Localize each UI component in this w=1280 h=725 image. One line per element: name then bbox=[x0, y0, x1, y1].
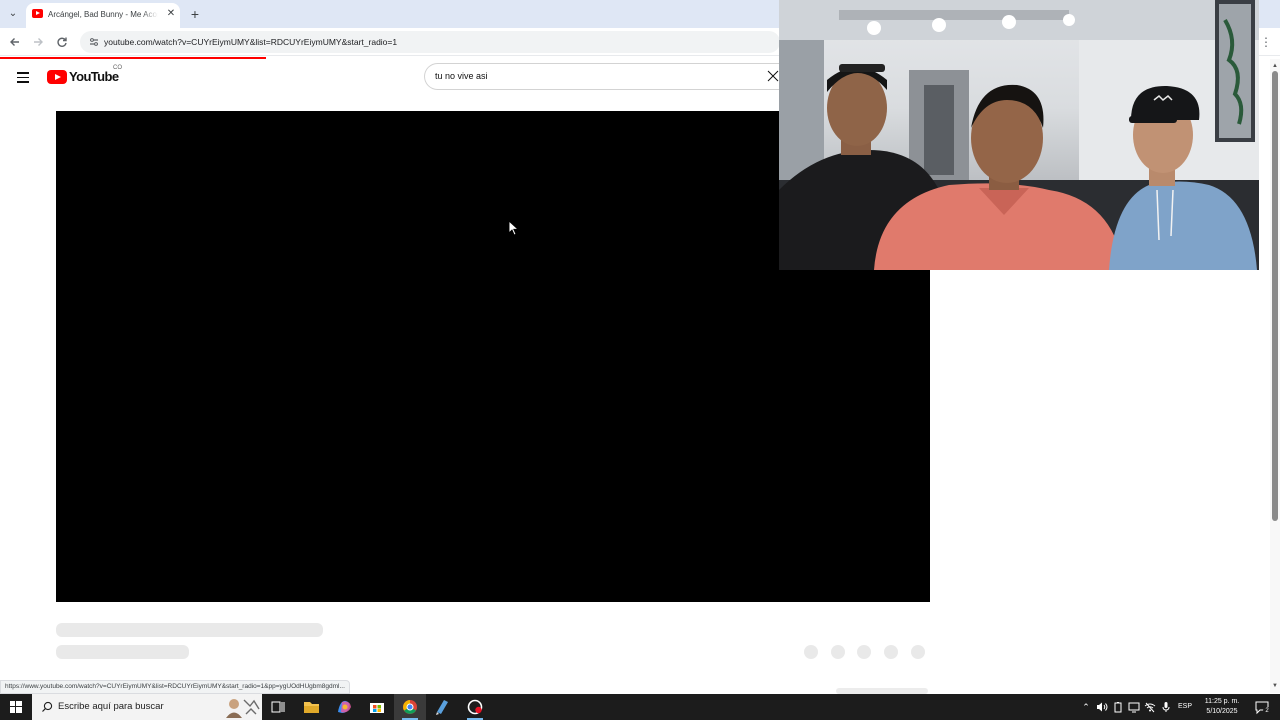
battery-saver-icon[interactable] bbox=[1112, 701, 1124, 713]
link-status-bubble: https://www.youtube.com/watch?v=CUYrEiym… bbox=[0, 680, 350, 694]
microphone-icon[interactable] bbox=[1160, 701, 1172, 713]
back-arrow-icon[interactable] bbox=[5, 32, 25, 52]
webcam-overlay bbox=[779, 0, 1259, 270]
recorder-app-icon[interactable] bbox=[459, 694, 491, 720]
wifi-off-icon[interactable] bbox=[1144, 701, 1156, 713]
search-highlight-art-icon[interactable] bbox=[218, 696, 260, 718]
action-skeleton-dot bbox=[804, 645, 818, 659]
scroll-up-arrow-icon[interactable]: ▲ bbox=[1270, 61, 1280, 71]
notepad-app-icon[interactable] bbox=[426, 694, 458, 720]
file-explorer-icon[interactable] bbox=[295, 694, 327, 720]
taskbar-search-box[interactable]: Escribe aquí para buscar bbox=[32, 694, 262, 720]
youtube-play-logo-icon bbox=[47, 70, 67, 84]
action-skeleton-dot bbox=[911, 645, 925, 659]
site-info-tune-icon[interactable] bbox=[86, 34, 102, 50]
volume-speaker-icon[interactable] bbox=[1096, 701, 1108, 713]
windows-start-icon[interactable] bbox=[0, 694, 32, 720]
show-hidden-icons-chevron-icon[interactable]: ⌃ bbox=[1080, 701, 1092, 713]
copilot-app-icon[interactable] bbox=[328, 694, 360, 720]
tab-title: Arcángel, Bad Bunny - Me Acostumbré bbox=[48, 10, 158, 19]
url-text: youtube.com/watch?v=CUYrEiymUMY&list=RDC… bbox=[104, 37, 398, 47]
notification-center-icon[interactable]: 2 bbox=[1254, 699, 1271, 715]
chrome-app-icon[interactable] bbox=[394, 694, 426, 720]
clock-time[interactable]: 11:25 p. m. bbox=[1202, 697, 1242, 707]
youtube-logo-text: YouTube bbox=[69, 69, 119, 84]
channel-skeleton bbox=[56, 645, 189, 659]
reload-icon[interactable] bbox=[52, 32, 72, 52]
browser-tab-active[interactable]: Arcángel, Bad Bunny - Me Acostumbré ✕ bbox=[26, 3, 180, 28]
tab-close-icon[interactable]: ✕ bbox=[164, 7, 178, 21]
microsoft-store-icon[interactable] bbox=[361, 694, 393, 720]
network-monitor-icon[interactable] bbox=[1128, 701, 1140, 713]
hamburger-menu-icon[interactable] bbox=[14, 68, 34, 86]
clock-date[interactable]: 5/10/2025 bbox=[1202, 707, 1242, 717]
scrollbar-thumb[interactable] bbox=[1272, 71, 1278, 521]
kebab-menu-icon[interactable]: ⋮ bbox=[1258, 32, 1274, 52]
scroll-down-arrow-icon[interactable]: ▼ bbox=[1270, 681, 1280, 691]
youtube-logo[interactable]: YouTube CO bbox=[47, 65, 127, 88]
notification-count-badge: 2 bbox=[1263, 707, 1271, 715]
action-skeleton-dot bbox=[831, 645, 845, 659]
mouse-pointer-icon bbox=[508, 219, 520, 236]
action-skeleton-dot bbox=[884, 645, 898, 659]
tab-search-chevron-icon[interactable]: ⌄ bbox=[4, 6, 22, 22]
webcam-scene-image bbox=[779, 0, 1259, 270]
input-language-indicator[interactable]: ESP bbox=[1178, 694, 1192, 720]
windows-taskbar: Escribe aquí para buscar ⌃ ESP 11:25 p. … bbox=[0, 694, 1280, 720]
search-query-text: tu no vive asi bbox=[435, 71, 488, 81]
forward-arrow-icon[interactable] bbox=[28, 32, 48, 52]
address-bar[interactable]: youtube.com/watch?v=CUYrEiymUMY&list=RDC… bbox=[80, 31, 780, 53]
system-tray: ⌃ ESP 11:25 p. m. 5/10/2025 2 bbox=[1076, 694, 1280, 720]
title-skeleton bbox=[56, 623, 323, 637]
action-skeleton-dot bbox=[857, 645, 871, 659]
search-input[interactable]: tu no vive asi bbox=[424, 63, 784, 90]
youtube-favicon-icon bbox=[32, 9, 43, 18]
taskbar-search-placeholder: Escribe aquí para buscar bbox=[58, 701, 164, 712]
magnifier-search-icon bbox=[40, 700, 54, 714]
page-scrollbar[interactable]: ▲ ▼ bbox=[1270, 59, 1280, 693]
country-code: CO bbox=[113, 65, 122, 71]
new-tab-plus-icon[interactable]: + bbox=[186, 5, 204, 23]
page-loading-bar bbox=[0, 57, 266, 59]
task-view-icon[interactable] bbox=[262, 694, 294, 720]
